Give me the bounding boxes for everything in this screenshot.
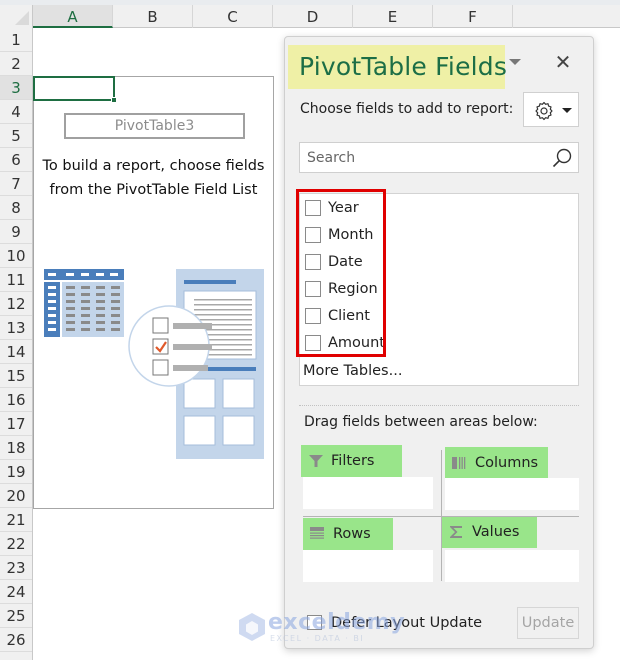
field-client-label: Client: [328, 308, 370, 324]
pane-options-dropdown-icon[interactable]: [509, 59, 521, 65]
row-header-24[interactable]: 24: [0, 580, 32, 604]
row-header-1[interactable]: 1: [0, 28, 32, 52]
instruction-line-2: from the PivotTable Field List: [49, 182, 258, 198]
row-header-20[interactable]: 20: [0, 484, 32, 508]
rows-area-header[interactable]: Rows: [303, 518, 393, 550]
column-header-b[interactable]: B: [113, 5, 193, 28]
field-year-label: Year: [328, 200, 359, 216]
row-header-14[interactable]: 14: [0, 340, 32, 364]
values-drop-zone[interactable]: [445, 550, 579, 582]
column-header-c[interactable]: C: [193, 5, 273, 28]
select-all-triangle-icon: [15, 11, 29, 25]
row-header-12[interactable]: 12: [0, 292, 32, 316]
selected-cell-a3[interactable]: [33, 76, 117, 103]
column-header-a[interactable]: A: [33, 5, 113, 28]
row-header-26[interactable]: 26: [0, 628, 32, 652]
column-header-f[interactable]: F: [433, 5, 513, 28]
row-headers: 1 2 3 4 5 6 7 8 9 10 11 12 13 14 15 16 17 18 19 20 21 22 23 24 2…: [0, 28, 33, 660]
exceldemy-logo-icon: [239, 613, 265, 641]
column-header-g[interactable]: [513, 5, 620, 28]
rows-label: Rows: [333, 526, 371, 542]
pivottable-fields-pane: PivotTable Fields ✕ Choose fields to add…: [284, 36, 594, 649]
field-amount-checkbox[interactable]: [305, 335, 321, 351]
row-header-18[interactable]: 18: [0, 436, 32, 460]
field-date-checkbox[interactable]: [305, 254, 321, 270]
field-month-checkbox[interactable]: [305, 227, 321, 243]
row-header-16[interactable]: 16: [0, 388, 32, 412]
table-graphic-icon: [44, 269, 124, 337]
columns-label: Columns: [475, 455, 539, 471]
field-date-label: Date: [328, 254, 363, 270]
field-region-checkbox[interactable]: [305, 281, 321, 297]
row-header-23[interactable]: 23: [0, 556, 32, 580]
columns-drop-zone[interactable]: [445, 478, 579, 510]
row-header-10[interactable]: 10: [0, 244, 32, 268]
column-header-d[interactable]: D: [273, 5, 353, 28]
row-header-6[interactable]: 6: [0, 148, 32, 172]
settings-dropdown-icon: [562, 108, 572, 113]
row-header-25[interactable]: 25: [0, 604, 32, 628]
field-month-label: Month: [328, 227, 374, 243]
rows-drop-zone[interactable]: [303, 550, 433, 582]
pane-title: PivotTable Fields: [299, 52, 508, 81]
field-client-checkbox[interactable]: [305, 308, 321, 324]
tools-settings-button[interactable]: [523, 92, 579, 127]
defer-layout-checkbox[interactable]: [307, 615, 322, 630]
row-header-8[interactable]: 8: [0, 196, 32, 220]
section-divider: [299, 405, 579, 406]
field-region-label: Region: [328, 281, 378, 297]
excel-window: A B C D E F 1 2 3 4 5 6 7 8 9 10 11 12 13 14 15 16 17 18 1…: [0, 0, 620, 660]
filter-icon: [309, 455, 323, 467]
values-label: Values: [472, 524, 520, 540]
column-header-e[interactable]: E: [353, 5, 433, 28]
pivottable-illustration: [44, 269, 264, 459]
row-header-17[interactable]: 17: [0, 412, 32, 436]
row-header-2[interactable]: 2: [0, 52, 32, 76]
row-header-3[interactable]: 3: [0, 76, 32, 100]
columns-icon: [452, 457, 466, 469]
search-icon[interactable]: [551, 147, 573, 169]
fill-handle[interactable]: [111, 97, 117, 103]
row-header-13[interactable]: 13: [0, 316, 32, 340]
defer-layout-label: Defer Layout Update: [331, 615, 483, 631]
drag-fields-label: Drag fields between areas below:: [304, 414, 538, 430]
choose-fields-label: Choose fields to add to report:: [300, 101, 514, 117]
row-header-7[interactable]: 7: [0, 172, 32, 196]
field-list: Year Month Date Region Client Amount Mor…: [296, 189, 579, 386]
more-tables-link[interactable]: More Tables...: [303, 361, 402, 381]
rows-icon: [310, 527, 324, 539]
select-all-button[interactable]: [0, 5, 33, 28]
column-headers: A B C D E F: [0, 5, 620, 28]
row-header-21[interactable]: 21: [0, 508, 32, 532]
update-button[interactable]: Update: [517, 607, 579, 639]
values-area-header[interactable]: Values: [442, 516, 537, 548]
row-header-19[interactable]: 19: [0, 460, 32, 484]
filters-drop-zone[interactable]: [303, 477, 433, 509]
row-header-9[interactable]: 9: [0, 220, 32, 244]
field-search-input[interactable]: [300, 143, 545, 172]
row-header-4[interactable]: 4: [0, 100, 32, 124]
filters-area-header[interactable]: Filters: [301, 445, 402, 477]
close-icon[interactable]: ✕: [553, 51, 573, 73]
pivottable-instructions: To build a report, choose fields from th…: [34, 154, 273, 202]
row-header-5[interactable]: 5: [0, 124, 32, 148]
field-year-checkbox[interactable]: [305, 200, 321, 216]
areas-horizontal-divider: [303, 516, 579, 517]
pivottable-name: PivotTable3: [64, 113, 245, 139]
columns-area-header[interactable]: Columns: [445, 447, 548, 479]
row-header-11[interactable]: 11: [0, 268, 32, 292]
gear-icon: [535, 101, 553, 121]
pivottable-placeholder[interactable]: PivotTable3 To build a report, choose fi…: [33, 76, 274, 509]
filters-label: Filters: [331, 453, 375, 469]
instruction-line-1: To build a report, choose fields: [42, 158, 265, 174]
field-search-box[interactable]: [299, 142, 579, 173]
row-header-15[interactable]: 15: [0, 364, 32, 388]
field-amount-label: Amount: [328, 335, 385, 351]
sigma-icon: [450, 526, 462, 538]
row-header-22[interactable]: 22: [0, 532, 32, 556]
